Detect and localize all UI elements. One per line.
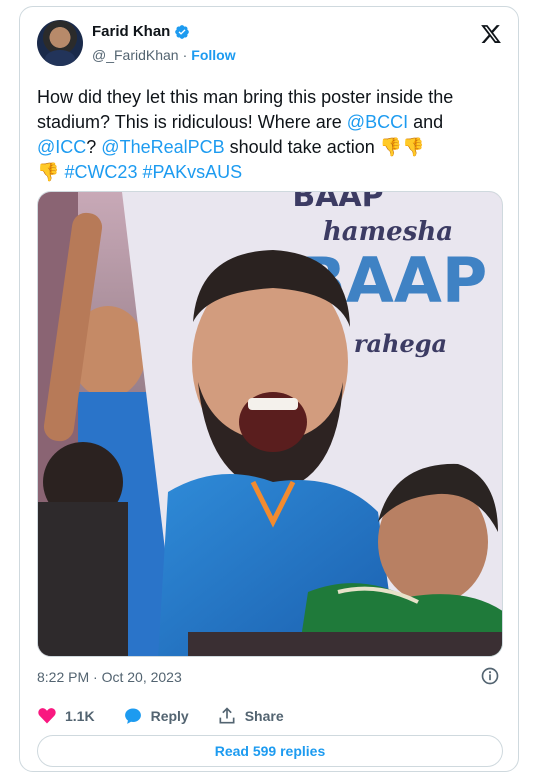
tweet-text-part: and bbox=[408, 112, 444, 132]
thumbs-down-emoji: 👎 bbox=[37, 162, 60, 182]
x-logo-icon[interactable] bbox=[480, 23, 502, 45]
heart-icon bbox=[38, 708, 56, 724]
action-bar: 1.1K Reply Share bbox=[37, 706, 312, 726]
avatar[interactable] bbox=[37, 20, 83, 66]
read-replies-button[interactable]: Read 599 replies bbox=[37, 735, 503, 767]
tweet-image[interactable]: BAAP hamesha BAAP hi rahega bbox=[37, 191, 503, 657]
mention-bcci[interactable]: @BCCI bbox=[347, 112, 408, 132]
poster-line-1: hamesha bbox=[323, 217, 453, 247]
thumbs-down-emoji: 👎👎 bbox=[379, 137, 425, 157]
tweet-text-part: should take action bbox=[224, 137, 380, 157]
tweet-text-part: ? bbox=[86, 137, 102, 157]
reply-button[interactable]: Reply bbox=[123, 706, 189, 726]
mention-icc[interactable]: @ICC bbox=[37, 137, 86, 157]
tweet-timestamp[interactable]: 8:22 PM · Oct 20, 2023 bbox=[37, 669, 182, 685]
like-count: 1.1K bbox=[65, 708, 95, 724]
reply-label: Reply bbox=[150, 708, 189, 724]
share-label: Share bbox=[244, 708, 284, 724]
verified-badge-icon bbox=[175, 24, 190, 39]
author-name-row: Farid Khan bbox=[92, 23, 190, 40]
share-button[interactable]: Share bbox=[217, 706, 284, 726]
poster-top-text: BAAP bbox=[292, 192, 383, 214]
mention-therealpcb[interactable]: @TheRealPCB bbox=[101, 137, 224, 157]
like-button[interactable]: 1.1K bbox=[37, 706, 95, 726]
poster-photo: BAAP hamesha BAAP hi rahega bbox=[38, 192, 502, 656]
author-name[interactable]: Farid Khan bbox=[92, 23, 170, 40]
share-icon bbox=[219, 707, 235, 724]
tweet-text: How did they let this man bring this pos… bbox=[37, 85, 507, 185]
reply-bubble-icon bbox=[124, 708, 141, 724]
separator: · bbox=[182, 47, 188, 63]
tweet-card: Farid Khan @_FaridKhan · Follow How did … bbox=[19, 6, 519, 772]
author-handle-row: @_FaridKhan · Follow bbox=[92, 47, 236, 63]
author-handle[interactable]: @_FaridKhan bbox=[92, 47, 179, 63]
hashtag-cwc23[interactable]: #CWC23 bbox=[64, 162, 137, 182]
follow-button[interactable]: Follow bbox=[191, 47, 235, 63]
info-icon[interactable] bbox=[480, 666, 500, 686]
hashtag-pakvsaus[interactable]: #PAKvsAUS bbox=[142, 162, 242, 182]
